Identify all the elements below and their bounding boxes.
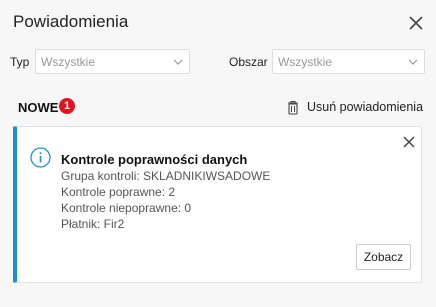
- notification-line: Grupa kontroli: SKLADNIKIWSADOWE: [61, 169, 271, 183]
- panel-title: Powiadomienia: [13, 12, 129, 31]
- close-icon: [409, 16, 423, 30]
- chevron-down-icon: [408, 59, 418, 65]
- type-filter-label: Typ: [10, 55, 30, 69]
- notification-line: Kontrole poprawne: 2: [61, 185, 176, 199]
- notification-line: Kontrole niepoprawne: 0: [61, 201, 192, 215]
- info-icon: [30, 147, 51, 168]
- remove-notifications-label: Usuń powiadomienia: [307, 100, 424, 114]
- new-count-badge: 1: [59, 98, 75, 114]
- area-filter-label: Obszar: [229, 55, 268, 69]
- notification-card: Kontrole poprawności danych Grupa kontro…: [13, 126, 422, 283]
- type-filter-value: Wszystkie: [41, 55, 95, 69]
- section-title-new: NOWE: [18, 100, 59, 115]
- area-filter-value: Wszystkie: [278, 55, 332, 69]
- trash-icon: [288, 100, 298, 115]
- notification-line: Płatnik: Fir2: [61, 217, 125, 231]
- notifications-panel: Powiadomienia Typ Wszystkie Obszar Wszys…: [0, 0, 436, 307]
- close-icon: [403, 136, 415, 148]
- close-panel-button[interactable]: [407, 14, 425, 32]
- view-button[interactable]: Zobacz: [356, 244, 411, 270]
- chevron-down-icon: [173, 59, 183, 65]
- type-filter-select[interactable]: Wszystkie: [35, 49, 190, 74]
- area-filter-select[interactable]: Wszystkie: [272, 49, 425, 74]
- remove-notifications-button[interactable]: Usuń powiadomienia: [287, 97, 423, 117]
- notification-title: Kontrole poprawności danych: [61, 152, 248, 167]
- dismiss-notification-button[interactable]: [402, 135, 416, 149]
